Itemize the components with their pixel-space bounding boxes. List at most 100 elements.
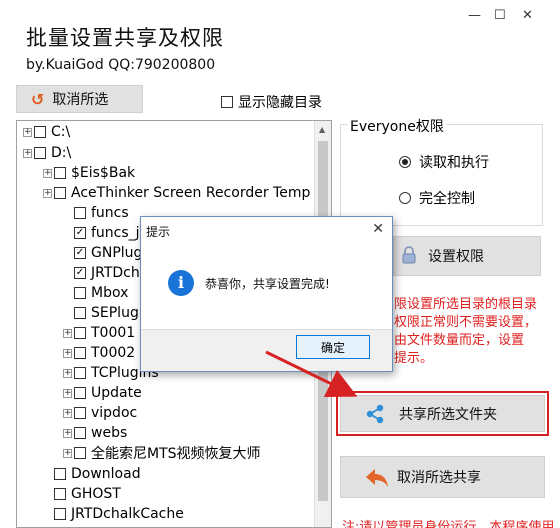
scroll-up-icon[interactable]: ▲	[319, 125, 325, 134]
minimize-button[interactable]: —	[468, 8, 481, 23]
tree-node[interactable]: Mbox	[63, 283, 128, 303]
dialog-ok-button[interactable]: 确定	[296, 335, 370, 359]
warning-line: 限设置所选目录的根目录	[394, 297, 538, 312]
tree-node[interactable]: ✓ funcs_jy	[63, 223, 148, 243]
tree-node-label: T0001	[91, 325, 136, 341]
tree-node-label: 全能索尼MTS视频恢复大师	[91, 446, 261, 462]
tree-node[interactable]: + D:\	[23, 143, 71, 163]
tree-node-label: funcs	[91, 205, 129, 221]
tree-node-checkbox[interactable]	[34, 147, 46, 159]
tree-node-checkbox[interactable]	[54, 187, 66, 199]
expand-icon[interactable]: +	[63, 388, 72, 398]
tree-node-label: AceThinker Screen Recorder Temp	[71, 185, 311, 201]
tree-node[interactable]: SEPlugin	[63, 303, 152, 323]
permission-group: Everyone权限 读取和执行 完全控制	[340, 116, 543, 226]
tree-node-checkbox[interactable]: ✓	[74, 267, 86, 279]
cancel-share-button[interactable]: 取消所选共享	[340, 456, 545, 498]
dialog-title: 提示	[146, 225, 171, 239]
tree-node-label: vipdoc	[91, 405, 138, 421]
set-permission-button[interactable]: 设置权限	[393, 236, 541, 276]
tree-node-label: Download	[71, 466, 141, 482]
tree-node[interactable]: + T0001	[63, 323, 135, 343]
cancel-select-button[interactable]: ↺ 取消所选	[16, 85, 143, 113]
tree-node[interactable]: JRTDchalkCache	[43, 504, 184, 524]
tree-node-label: Mbox	[91, 285, 129, 301]
tree-node-label: webs	[91, 425, 128, 441]
share-selected-button[interactable]: 共享所选文件夹	[340, 395, 545, 432]
tree-node-checkbox[interactable]	[34, 126, 46, 138]
show-hidden-box[interactable]	[221, 96, 233, 108]
tree-node[interactable]: Download	[43, 464, 141, 484]
tree-node-label: Update	[91, 385, 142, 401]
radio-full-control-label: 完全控制	[419, 191, 475, 207]
tree-node[interactable]: + 全能索尼MTS视频恢复大师	[63, 443, 261, 463]
tree-node-label: D:\	[51, 145, 72, 161]
maximize-button[interactable]: ☐	[494, 8, 506, 23]
tree-node-label: GHOST	[71, 486, 121, 502]
tree-node[interactable]: + vipdoc	[63, 403, 137, 423]
close-button[interactable]: ✕	[522, 8, 533, 23]
dialog-close-icon[interactable]: ✕	[372, 221, 384, 237]
tree-node-checkbox[interactable]	[74, 427, 86, 439]
permission-group-label: Everyone权限	[348, 116, 446, 136]
tree-node[interactable]: + Update	[63, 383, 142, 403]
share-icon	[366, 404, 384, 424]
tree-node-checkbox[interactable]: ✓	[74, 227, 86, 239]
lock-icon	[402, 246, 416, 264]
warning-line: 提示。	[394, 351, 434, 366]
expand-icon[interactable]: +	[23, 148, 32, 158]
tree-node-checkbox[interactable]	[54, 488, 66, 500]
cancel-share-label: 取消所选共享	[397, 470, 481, 486]
tree-node-checkbox[interactable]	[74, 307, 86, 319]
tree-node-checkbox[interactable]	[74, 207, 86, 219]
expand-icon[interactable]: +	[63, 368, 72, 378]
expand-icon[interactable]: +	[63, 328, 72, 338]
radio-read-execute-dot[interactable]	[399, 156, 411, 168]
tree-node-checkbox[interactable]: ✓	[74, 247, 86, 259]
app-title: 批量设置共享及权限	[26, 26, 224, 50]
info-dialog: 提示 ✕ i 恭喜你，共享设置完成! 确定	[140, 216, 393, 372]
expand-icon[interactable]: +	[63, 428, 72, 438]
tree-node-checkbox[interactable]	[54, 508, 66, 520]
tree-node-checkbox[interactable]	[74, 367, 86, 379]
expand-icon[interactable]: +	[63, 348, 72, 358]
radio-full-control[interactable]: 完全控制	[399, 188, 475, 208]
app-subtitle: by.KuaiGod QQ:790200800	[26, 57, 216, 73]
tree-node-checkbox[interactable]	[74, 447, 86, 459]
tree-node[interactable]: GHOST	[43, 484, 121, 504]
tree-node[interactable]: + $Eis$Bak	[43, 163, 135, 183]
tree-node-checkbox[interactable]	[54, 167, 66, 179]
show-hidden-label: 显示隐藏目录	[238, 95, 322, 111]
tree-node-checkbox[interactable]	[74, 347, 86, 359]
tree-node-label: JRTDchalkCache	[71, 506, 184, 522]
tree-node-checkbox[interactable]	[74, 327, 86, 339]
warning-line: 由文件数量而定，设置	[394, 333, 525, 348]
tree-node[interactable]: + AceThinker Screen Recorder Temp	[43, 183, 310, 203]
info-icon: i	[168, 270, 194, 296]
expand-icon[interactable]: +	[63, 408, 72, 418]
expand-icon[interactable]: +	[43, 188, 52, 198]
expand-icon[interactable]: +	[23, 127, 32, 137]
tree-node[interactable]: funcs	[63, 203, 129, 223]
radio-read-execute[interactable]: 读取和执行	[399, 152, 489, 172]
radio-read-execute-label: 读取和执行	[419, 155, 489, 171]
tree-node[interactable]: + C:\	[23, 122, 70, 142]
tree-node-label: C:\	[51, 124, 71, 140]
tree-node-label: $Eis$Bak	[71, 165, 136, 181]
set-permission-label: 设置权限	[428, 249, 484, 265]
cancel-select-label: 取消所选	[52, 92, 109, 108]
show-hidden-checkbox[interactable]: 显示隐藏目录	[221, 92, 322, 112]
expand-icon[interactable]: +	[63, 448, 72, 458]
warning-text: 限设置所选目录的根目录 权限正常则不需要设置， 由文件数量而定，设置 提示。	[394, 296, 544, 368]
tree-node[interactable]: + webs	[63, 423, 127, 443]
radio-full-control-dot[interactable]	[399, 192, 411, 204]
tree-node[interactable]: + T0002	[63, 343, 135, 363]
tree-node-label: T0002	[91, 345, 136, 361]
tree-node-checkbox[interactable]	[74, 387, 86, 399]
undo-icon: ↺	[31, 89, 45, 109]
expand-icon[interactable]: +	[43, 168, 52, 178]
tree-node-checkbox[interactable]	[74, 287, 86, 299]
tree-node-checkbox[interactable]	[74, 407, 86, 419]
tree-node-checkbox[interactable]	[54, 468, 66, 480]
admin-note: 注:请以管理员身份运行，本程序使用	[342, 520, 555, 528]
